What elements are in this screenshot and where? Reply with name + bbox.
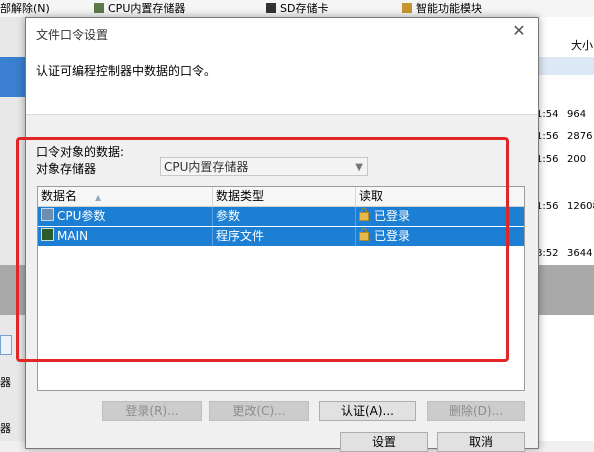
dialog-body: 口令对象的数据: 对象存储器 CPU内置存储器 ▼ 数据名 ▲ 数据类型 读取 C…	[26, 115, 538, 452]
dialog-description: 认证可编程控制器中数据的口令。	[36, 64, 217, 78]
background-dark-band	[535, 265, 594, 315]
auth-button[interactable]: 认证(A)...	[319, 401, 416, 421]
column-header-read[interactable]: 读取	[356, 187, 524, 206]
cancel-button[interactable]: 取消	[437, 432, 525, 452]
background-selection	[0, 57, 28, 97]
dialog-title: 文件口令设置	[36, 28, 109, 42]
background-file-list: 大小 1:54964 1:562876 1:56200 1:5612608 8:…	[534, 17, 594, 441]
column-header-data-name[interactable]: 数据名 ▲	[38, 187, 213, 206]
file-password-dialog: 文件口令设置 ✕ 认证可编程控制器中数据的口令。 口令对象的数据: 对象存储器 …	[25, 17, 539, 452]
parameter-icon	[41, 208, 54, 221]
module-icon	[402, 3, 412, 13]
size-column-header: 大小	[571, 39, 593, 52]
table-row[interactable]: MAIN 程序文件 已登录	[38, 227, 524, 246]
background-file-row: 1:56 2876	[536, 131, 593, 142]
background-left-label: 器	[0, 376, 11, 389]
lock-icon	[359, 208, 369, 221]
target-memory-select[interactable]: CPU内置存储器 ▼	[160, 157, 368, 176]
sd-card-icon	[266, 3, 276, 13]
cell-data-type: 参数	[213, 207, 356, 226]
background-file-row: 8:52 3644	[536, 248, 593, 259]
background-dark-band	[0, 265, 28, 315]
sort-asc-icon: ▲	[95, 193, 102, 202]
cell-data-type: 程序文件	[213, 227, 356, 246]
tab-partial-unlock[interactable]: 部解除(N)	[0, 0, 50, 17]
tab-intelligent-module[interactable]: 智能功能模块	[402, 0, 482, 17]
tab-sd-card[interactable]: SD存储卡	[266, 0, 328, 17]
cell-data-name: CPU参数	[38, 207, 213, 226]
login-button[interactable]: 登录(R)...	[102, 401, 202, 421]
background-left-panel: 器 器	[0, 17, 28, 441]
program-file-icon	[41, 228, 54, 241]
memory-chip-icon	[94, 3, 104, 13]
close-icon[interactable]: ✕	[510, 22, 528, 40]
background-left-icon	[0, 335, 12, 355]
background-left-label: 器	[0, 422, 11, 435]
background-file-row: 1:54 964	[536, 109, 587, 120]
settings-button[interactable]: 设置	[340, 432, 428, 452]
target-memory-label: 对象存储器	[36, 162, 97, 176]
password-target-label: 口令对象的数据:	[36, 145, 125, 159]
table-header: 数据名 ▲ 数据类型 读取	[38, 187, 524, 207]
change-button[interactable]: 更改(C)...	[209, 401, 309, 421]
background-file-row: 1:5612608	[536, 201, 594, 212]
data-table: 数据名 ▲ 数据类型 读取 CPU参数 参数 已登录 MAIN 程序文件 已登录	[37, 186, 525, 391]
cell-read-status: 已登录	[356, 207, 524, 226]
tab-cpu-memory[interactable]: CPU内置存储器	[94, 0, 185, 17]
background-toolbar: 部解除(N) CPU内置存储器 SD存储卡 智能功能模块	[0, 0, 594, 18]
chevron-down-icon: ▼	[355, 162, 363, 173]
cell-read-status: 已登录	[356, 227, 524, 246]
lock-icon	[359, 228, 369, 241]
table-row[interactable]: CPU参数 参数 已登录	[38, 207, 524, 226]
cell-data-name: MAIN	[38, 227, 213, 246]
background-row-bg	[535, 57, 594, 75]
delete-button[interactable]: 删除(D)...	[427, 401, 525, 421]
column-header-data-type[interactable]: 数据类型	[213, 187, 356, 206]
background-file-row: 1:56 200	[536, 154, 587, 165]
